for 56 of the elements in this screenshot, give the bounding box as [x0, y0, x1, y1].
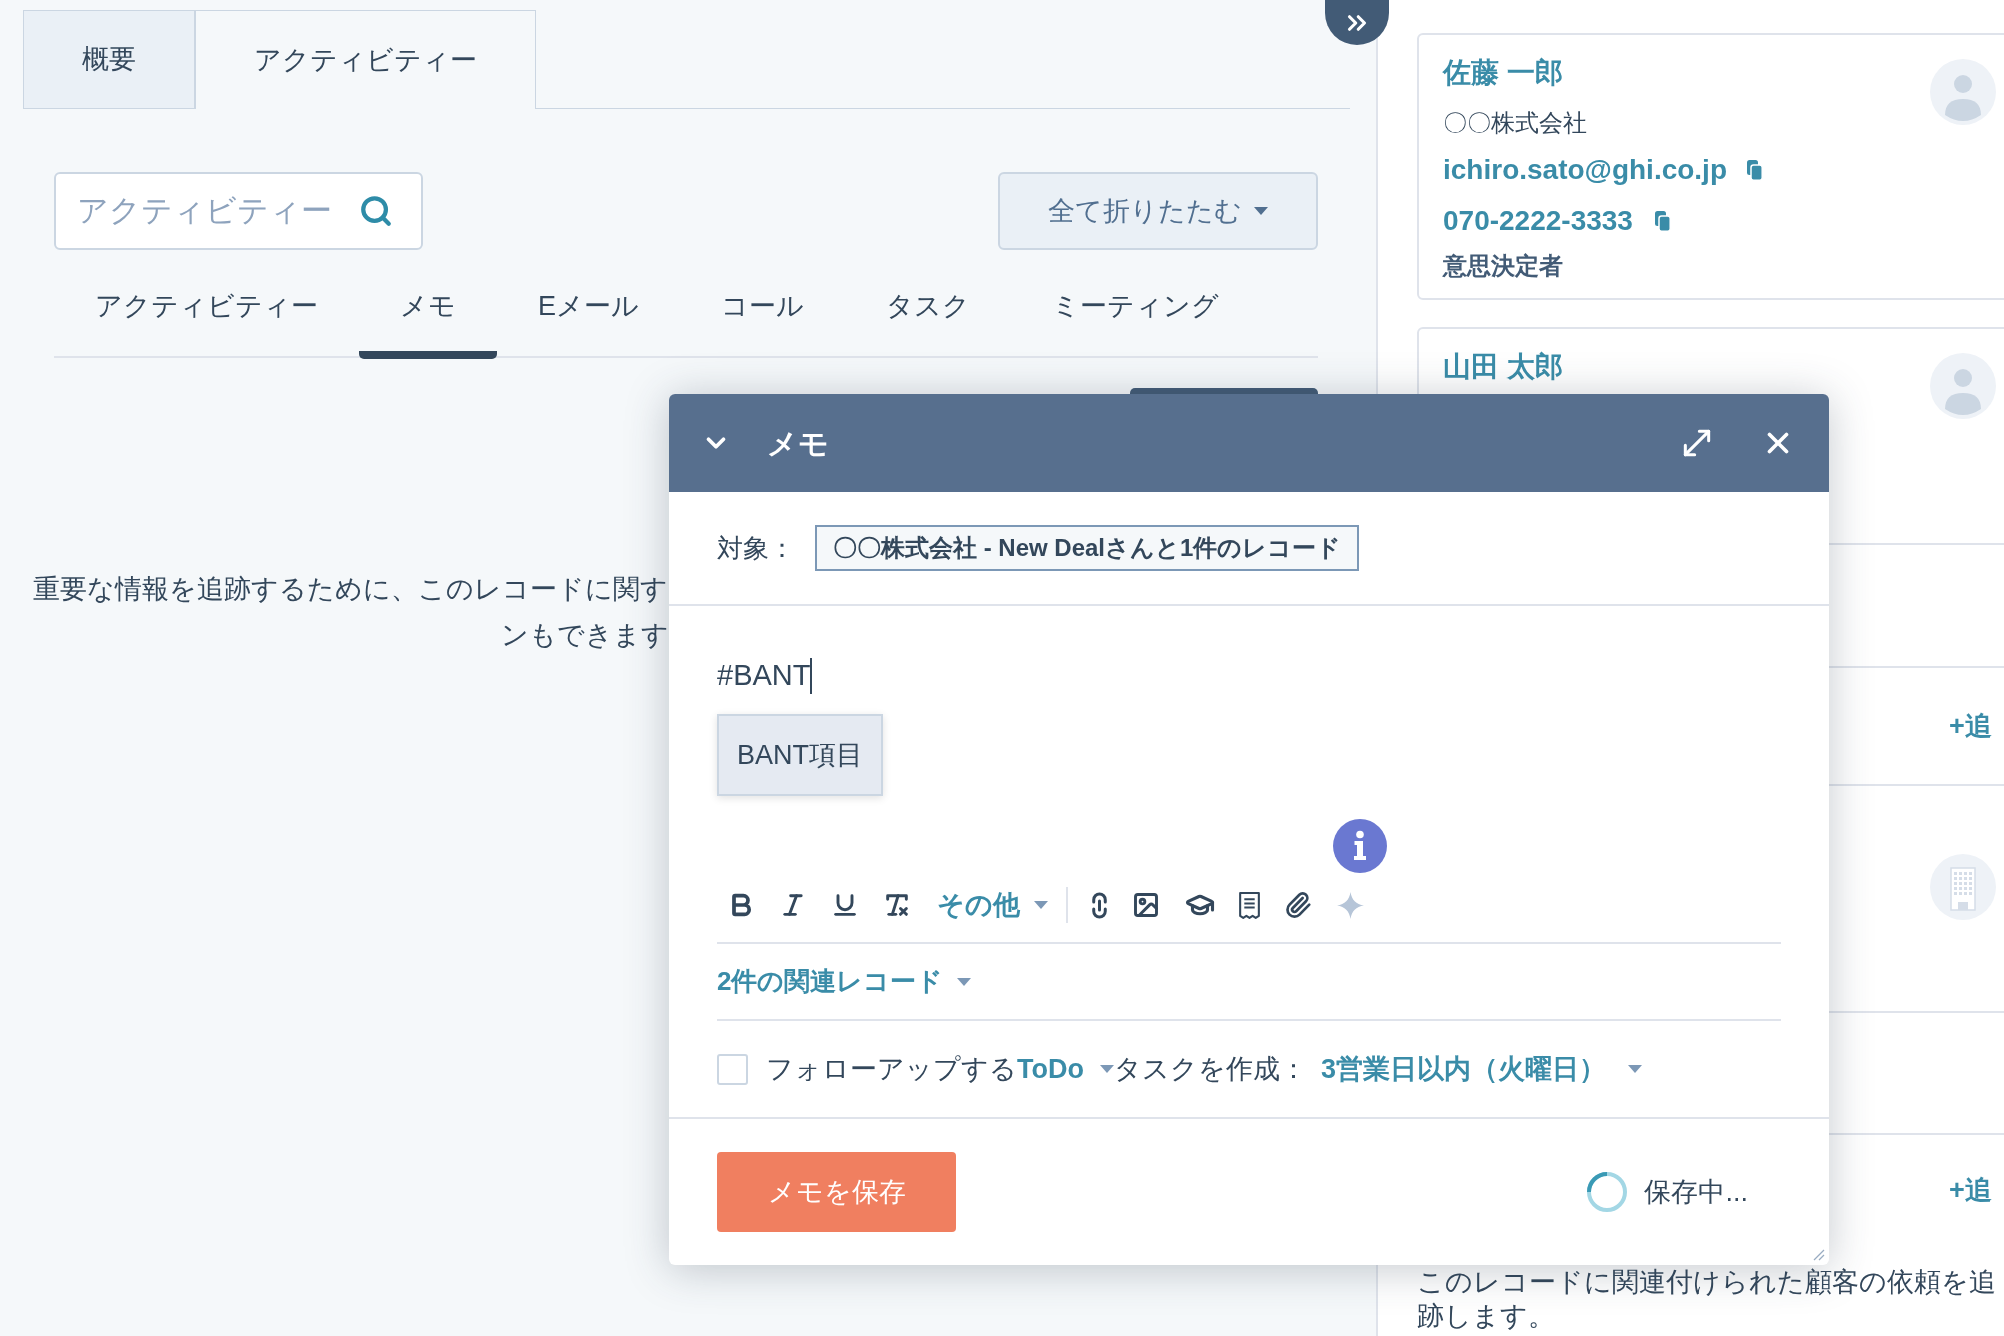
image-icon[interactable]	[1132, 891, 1160, 919]
caret-icon	[1100, 1065, 1114, 1073]
caret-icon	[1628, 1065, 1642, 1073]
paperclip-icon[interactable]	[1284, 891, 1312, 919]
caret-icon	[1254, 207, 1268, 215]
clear-format-icon[interactable]	[883, 891, 911, 919]
copy-icon[interactable]	[1654, 210, 1671, 232]
saving-status: 保存中...	[1644, 1175, 1748, 1209]
filter-tab[interactable]: アクティビティー	[54, 262, 359, 359]
receipt-icon[interactable]	[1239, 891, 1260, 919]
target-label: 対象：	[717, 531, 795, 565]
info-icon[interactable]	[1333, 819, 1387, 873]
filter-tab[interactable]: タスク	[845, 262, 1011, 359]
record-tab[interactable]: アクティビティー	[195, 10, 536, 109]
record-tab[interactable]: 概要	[23, 10, 195, 109]
contact-name[interactable]: 山田 太郎	[1443, 347, 1563, 387]
filter-tab[interactable]: Eメール	[497, 262, 680, 359]
associations-dropdown[interactable]: 2件の関連レコード	[717, 962, 972, 1001]
copy-icon[interactable]	[1747, 159, 1763, 181]
underline-icon[interactable]	[831, 891, 859, 919]
record-selector[interactable]: 〇〇株式会社 - New Dealさんと1件のレコード	[815, 525, 1360, 571]
caret-icon	[1034, 901, 1048, 909]
filter-tab[interactable]: コール	[680, 262, 845, 359]
checkbox-label: フォローアップする	[766, 1052, 1017, 1086]
phone-link[interactable]: 070-2222-3333	[1443, 200, 1633, 242]
caret-icon	[957, 977, 972, 986]
checkbox[interactable]	[717, 1053, 748, 1085]
empty-state-text: 重要な情報を追跡するために、このレコードに関す	[33, 573, 668, 606]
task-type-dropdown[interactable]: ToDo	[1017, 1048, 1114, 1090]
filter-tab[interactable]: メモ	[359, 262, 497, 359]
email-link[interactable]: ichiro.sato@ghi.co.jp	[1443, 149, 1727, 191]
link-icon[interactable]	[1092, 891, 1107, 919]
dialog-title: メモ	[767, 425, 829, 462]
empty-state-text: ンもできます	[501, 619, 669, 652]
task-label: タスクを作成：	[1114, 1052, 1307, 1086]
company-name: 〇〇株式会社	[1443, 108, 1587, 138]
suggestion-item[interactable]: BANT項目	[717, 714, 883, 796]
spinner-icon	[1587, 1172, 1628, 1212]
add-link[interactable]: +追	[1949, 1169, 1992, 1211]
filter-tab[interactable]: ミーティング	[1011, 262, 1260, 359]
building-avatar-icon	[1930, 854, 1996, 920]
resize-handle-icon[interactable]	[1813, 1249, 1825, 1261]
add-link[interactable]: +追	[1949, 705, 1992, 747]
contact-role: 意思決定者	[1443, 251, 1563, 281]
due-date-dropdown[interactable]: 3営業日以内（火曜日）	[1321, 1048, 1642, 1090]
note-editor[interactable]: #BANT	[717, 646, 1781, 706]
more-options-dropdown[interactable]: その他	[937, 887, 1048, 923]
person-avatar-icon	[1930, 59, 1996, 125]
save-button[interactable]: メモを保存	[717, 1152, 956, 1232]
description-text: このレコードに関連付けられた顧客の依頼を追跡します。	[1417, 1266, 1997, 1333]
search-field[interactable]: アクティビティー	[54, 172, 423, 250]
search-icon[interactable]	[359, 194, 393, 228]
person-avatar-icon	[1930, 353, 1996, 419]
collapse-all-button[interactable]: 全て折りたたむ	[998, 172, 1318, 250]
expand-icon[interactable]	[1683, 429, 1711, 457]
contact-name[interactable]: 佐藤 一郎	[1443, 53, 1563, 93]
